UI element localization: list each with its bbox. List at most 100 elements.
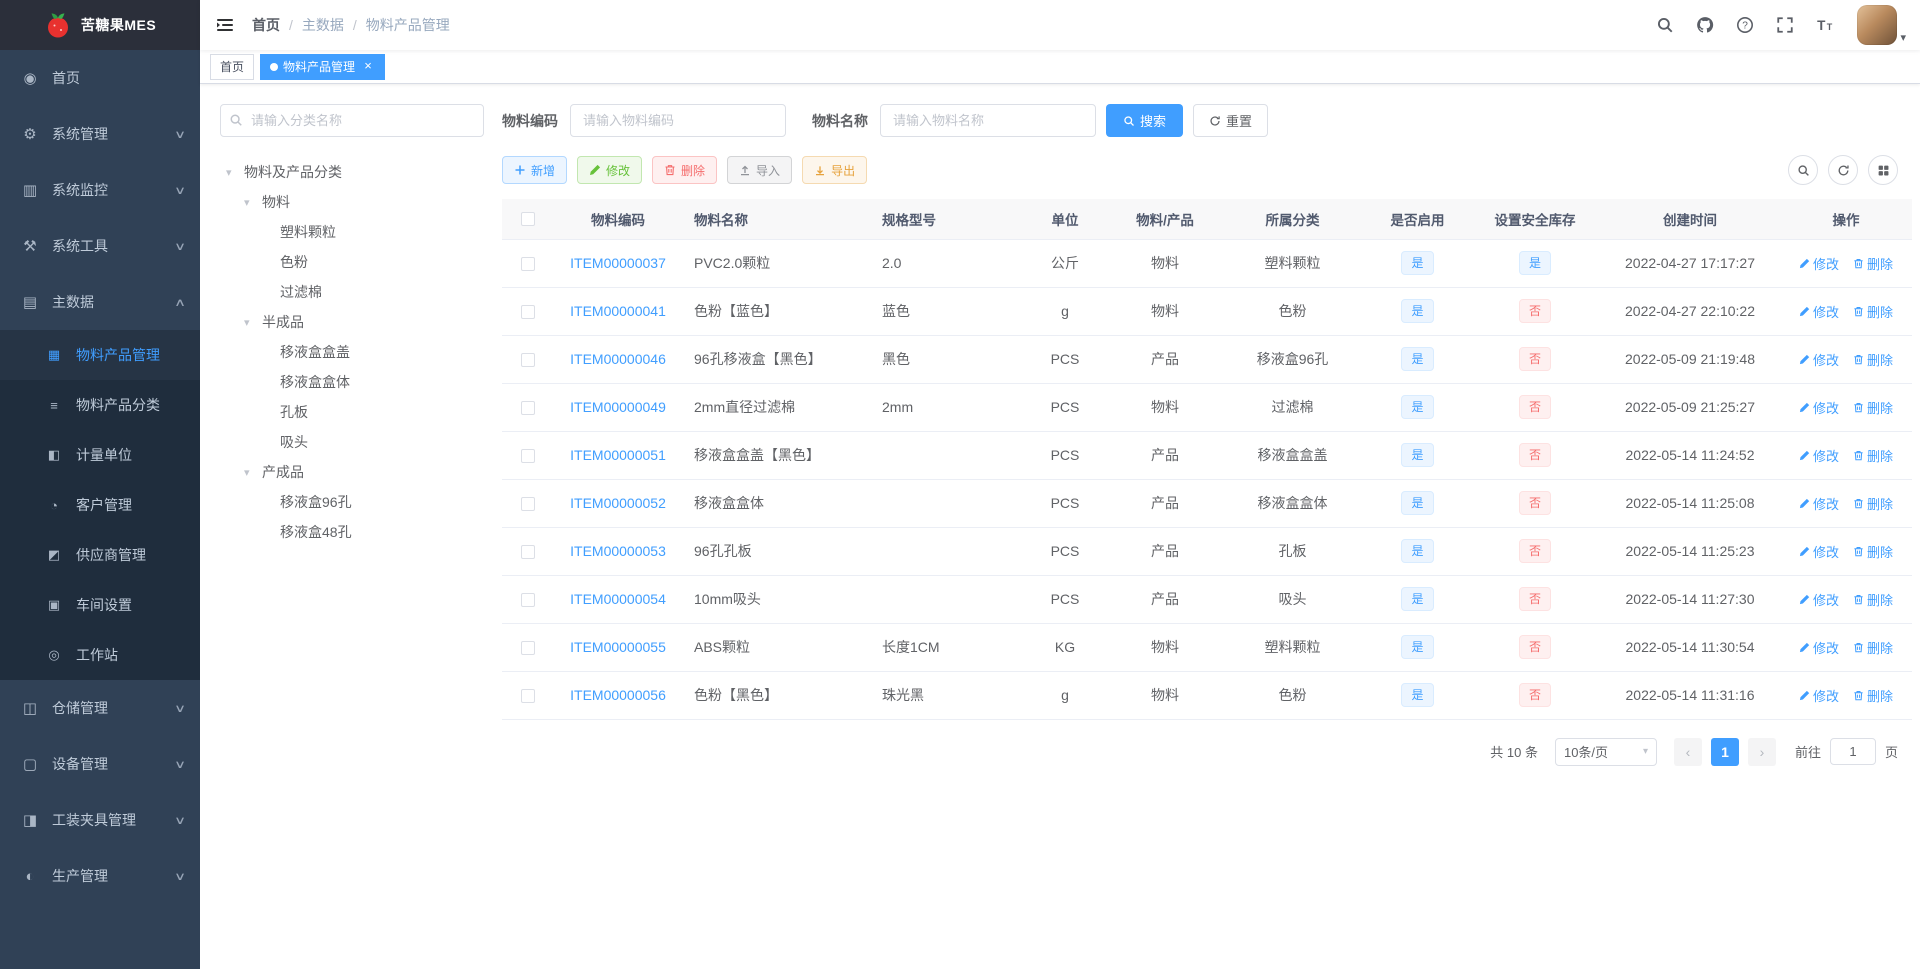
tab-home[interactable]: 首页 [210, 53, 255, 80]
row-edit-link[interactable]: 修改 [1799, 590, 1839, 609]
material-code-link[interactable]: ITEM00000037 [570, 255, 666, 271]
app-logo[interactable]: 苦糖果MES [0, 0, 200, 50]
sidebar-subitem-supplier-management[interactable]: ◩ 供应商管理 [0, 530, 200, 580]
row-edit-link[interactable]: 修改 [1799, 446, 1839, 465]
row-checkbox[interactable] [521, 401, 535, 416]
enabled-tag[interactable]: 是 [1401, 251, 1434, 275]
safety-stock-tag[interactable]: 否 [1518, 635, 1551, 659]
row-checkbox[interactable] [521, 353, 535, 368]
avatar[interactable] [1857, 5, 1898, 45]
tree-node[interactable]: 吸头 [220, 427, 484, 457]
material-code-link[interactable]: ITEM00000052 [570, 495, 666, 511]
page-1-button[interactable]: 1 [1710, 737, 1739, 766]
material-code-link[interactable]: ITEM00000051 [570, 447, 666, 463]
row-delete-link[interactable]: 删除 [1853, 542, 1893, 561]
search-icon[interactable] [1645, 0, 1685, 50]
sidebar-subitem-material-product-management[interactable]: ▦ 物料产品管理 [0, 330, 200, 380]
sidebar-subitem-customer-management[interactable]: ◔ 客户管理 [0, 480, 200, 530]
fullscreen-icon[interactable] [1765, 0, 1805, 50]
material-code-link[interactable]: ITEM00000046 [570, 351, 666, 367]
close-icon[interactable]: × [361, 59, 375, 74]
row-checkbox[interactable] [521, 689, 535, 704]
safety-stock-tag[interactable]: 否 [1518, 299, 1551, 323]
row-edit-link[interactable]: 修改 [1799, 494, 1839, 513]
row-delete-link[interactable]: 删除 [1853, 638, 1893, 657]
sidebar-item-master-data[interactable]: ▤ 主数据 ∧ [0, 274, 200, 330]
tree-node[interactable]: 移液盒盒盖 [220, 337, 484, 367]
safety-stock-tag[interactable]: 否 [1518, 587, 1551, 611]
import-button[interactable]: 导入 [727, 156, 793, 184]
material-code-link[interactable]: ITEM00000055 [570, 639, 666, 655]
hamburger-icon[interactable] [200, 0, 250, 50]
row-checkbox[interactable] [521, 545, 535, 560]
tree-node[interactable]: ▾ 半成品 [220, 307, 484, 337]
material-code-link[interactable]: ITEM00000041 [570, 303, 666, 319]
search-button[interactable]: 搜索 [1106, 104, 1184, 137]
enabled-tag[interactable]: 是 [1401, 347, 1434, 371]
enabled-tag[interactable]: 是 [1401, 491, 1434, 515]
select-all-checkbox[interactable] [521, 212, 535, 227]
safety-stock-tag[interactable]: 否 [1518, 443, 1551, 467]
sidebar-item-system-management[interactable]: ⚙ 系统管理 ∨ [0, 106, 200, 162]
tree-node[interactable]: 塑料颗粒 [220, 217, 484, 247]
tree-node[interactable]: 孔板 [220, 397, 484, 427]
enabled-tag[interactable]: 是 [1401, 587, 1434, 611]
row-edit-link[interactable]: 修改 [1799, 254, 1839, 273]
safety-stock-tag[interactable]: 否 [1518, 395, 1551, 419]
columns-icon[interactable] [1868, 155, 1898, 185]
tree-node[interactable]: 移液盒96孔 [220, 487, 484, 517]
row-delete-link[interactable]: 删除 [1853, 254, 1893, 273]
github-icon[interactable] [1685, 0, 1725, 50]
row-delete-link[interactable]: 删除 [1853, 350, 1893, 369]
enabled-tag[interactable]: 是 [1401, 395, 1434, 419]
sidebar-item-fixture-management[interactable]: ◨ 工装夹具管理 ∨ [0, 792, 200, 848]
row-edit-link[interactable]: 修改 [1799, 638, 1839, 657]
row-edit-link[interactable]: 修改 [1799, 686, 1839, 705]
material-code-input[interactable] [570, 104, 786, 137]
font-size-icon[interactable]: TT [1805, 0, 1845, 50]
row-checkbox[interactable] [521, 497, 535, 512]
search-icon[interactable] [1788, 155, 1818, 185]
row-edit-link[interactable]: 修改 [1799, 398, 1839, 417]
sidebar-item-warehouse-management[interactable]: ◫ 仓储管理 ∨ [0, 680, 200, 736]
question-icon[interactable]: ? [1725, 0, 1765, 50]
sidebar-item-equipment-management[interactable]: ▢ 设备管理 ∨ [0, 736, 200, 792]
reset-button[interactable]: 重置 [1193, 104, 1269, 137]
material-code-link[interactable]: ITEM00000053 [570, 543, 666, 559]
tree-node[interactable]: ▾ 物料及产品分类 [220, 157, 484, 187]
safety-stock-tag[interactable]: 否 [1518, 347, 1551, 371]
row-delete-link[interactable]: 删除 [1853, 494, 1893, 513]
row-checkbox[interactable] [521, 305, 535, 320]
edit-button[interactable]: 修改 [577, 156, 643, 184]
tree-node[interactable]: 过滤棉 [220, 277, 484, 307]
sidebar-item-system-tools[interactable]: ⚒ 系统工具 ∨ [0, 218, 200, 274]
row-edit-link[interactable]: 修改 [1799, 302, 1839, 321]
sidebar-item-home[interactable]: ◉ 首页 [0, 50, 200, 106]
page-size-select[interactable]: 10条/页 ▾ [1554, 737, 1657, 766]
sidebar-subitem-workstation[interactable]: ◎ 工作站 [0, 630, 200, 680]
row-checkbox[interactable] [521, 641, 535, 656]
tree-node[interactable]: 色粉 [220, 247, 484, 277]
material-code-link[interactable]: ITEM00000056 [570, 687, 666, 703]
add-button[interactable]: 新增 [502, 156, 568, 184]
delete-button[interactable]: 删除 [652, 156, 718, 184]
sidebar-item-production-management[interactable]: ◐ 生产管理 ∨ [0, 848, 200, 904]
enabled-tag[interactable]: 是 [1401, 635, 1434, 659]
safety-stock-tag[interactable]: 否 [1518, 683, 1551, 707]
user-menu[interactable]: ▾ [1857, 5, 1906, 45]
goto-page-input[interactable] [1829, 738, 1876, 765]
material-code-link[interactable]: ITEM00000049 [570, 399, 666, 415]
row-delete-link[interactable]: 删除 [1853, 302, 1893, 321]
row-delete-link[interactable]: 删除 [1853, 398, 1893, 417]
safety-stock-tag[interactable]: 是 [1518, 251, 1551, 275]
category-search-input[interactable] [220, 104, 484, 137]
breadcrumb-item[interactable]: 首页 [252, 15, 280, 35]
next-page-button[interactable]: › [1747, 737, 1776, 766]
enabled-tag[interactable]: 是 [1401, 683, 1434, 707]
enabled-tag[interactable]: 是 [1401, 539, 1434, 563]
row-checkbox[interactable] [521, 257, 535, 272]
row-delete-link[interactable]: 删除 [1853, 590, 1893, 609]
enabled-tag[interactable]: 是 [1401, 443, 1434, 467]
row-checkbox[interactable] [521, 449, 535, 464]
prev-page-button[interactable]: ‹ [1673, 737, 1702, 766]
